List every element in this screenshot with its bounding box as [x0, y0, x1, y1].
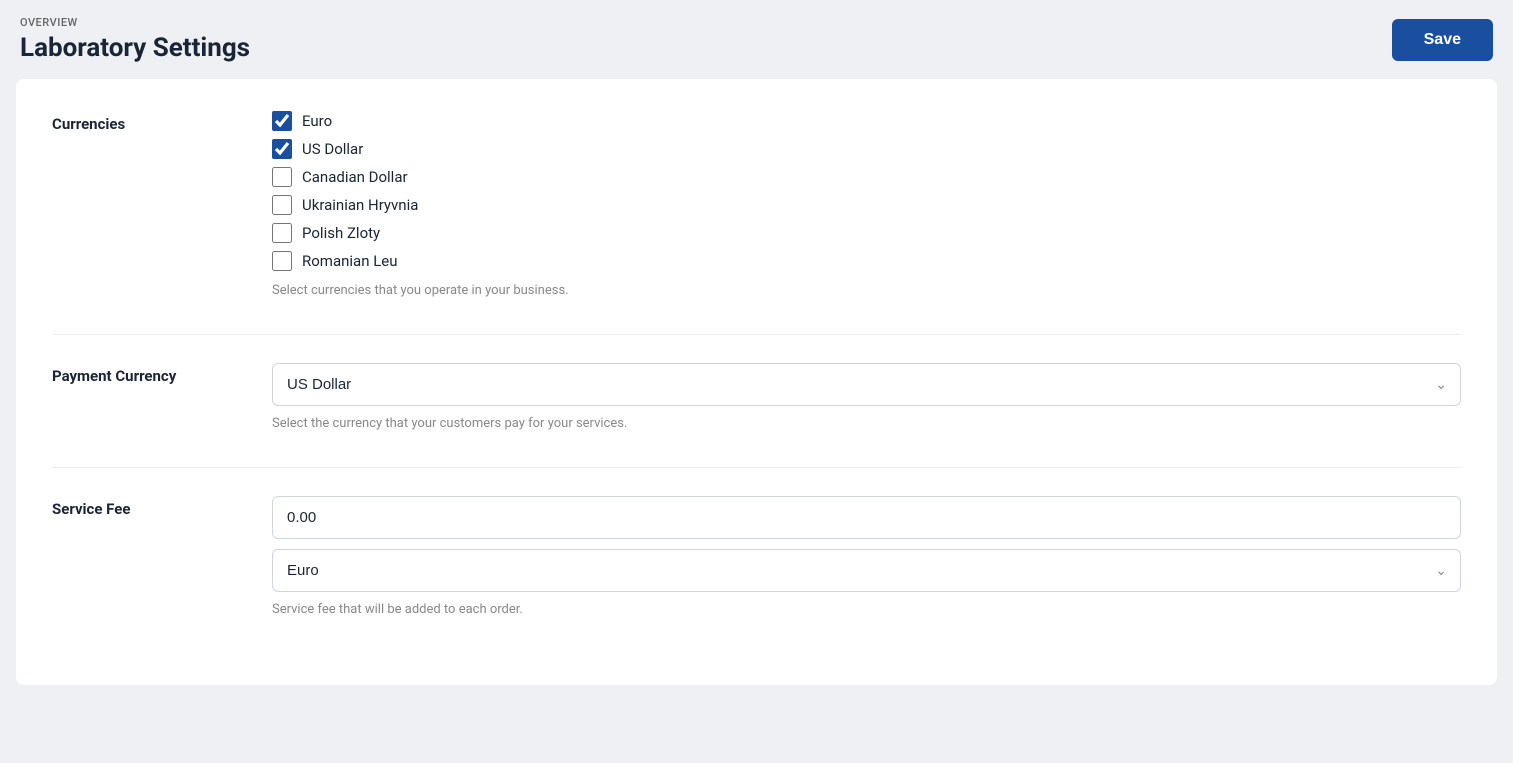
divider-1	[52, 334, 1461, 335]
currency-item-cad[interactable]: Canadian Dollar	[272, 167, 1461, 187]
payment-currency-content: Euro US Dollar Canadian Dollar Ukrainian…	[272, 363, 1461, 431]
currency-checkbox-group: Euro US Dollar Canadian Dollar Ukrainian…	[272, 111, 1461, 271]
currency-label-cad: Canadian Dollar	[302, 168, 408, 186]
service-fee-content: Euro US Dollar Canadian Dollar ⌄ Service…	[272, 496, 1461, 617]
currencies-label: Currencies	[52, 111, 272, 133]
currency-checkbox-pln[interactable]	[272, 223, 292, 243]
payment-currency-section: Payment Currency Euro US Dollar Canadian…	[52, 363, 1461, 431]
currency-checkbox-euro[interactable]	[272, 111, 292, 131]
divider-2	[52, 467, 1461, 468]
page-title: Laboratory Settings	[20, 33, 250, 63]
currencies-section: Currencies Euro US Dollar Canadian Dolla…	[52, 111, 1461, 298]
page-header: OVERVIEW Laboratory Settings Save	[16, 16, 1497, 63]
settings-card: Currencies Euro US Dollar Canadian Dolla…	[16, 79, 1497, 685]
currency-label-usd: US Dollar	[302, 140, 363, 158]
currency-label-uah: Ukrainian Hryvnia	[302, 196, 418, 214]
service-fee-currency-select[interactable]: Euro US Dollar Canadian Dollar	[272, 549, 1461, 592]
currency-label-euro: Euro	[302, 112, 332, 130]
currency-checkbox-ron[interactable]	[272, 251, 292, 271]
currency-item-ron[interactable]: Romanian Leu	[272, 251, 1461, 271]
currency-checkbox-cad[interactable]	[272, 167, 292, 187]
header-left: OVERVIEW Laboratory Settings	[20, 16, 250, 63]
currency-label-ron: Romanian Leu	[302, 252, 398, 270]
currency-item-pln[interactable]: Polish Zloty	[272, 223, 1461, 243]
currencies-hint: Select currencies that you operate in yo…	[272, 283, 1461, 298]
save-button[interactable]: Save	[1392, 19, 1493, 61]
currency-item-usd[interactable]: US Dollar	[272, 139, 1461, 159]
currency-item-euro[interactable]: Euro	[272, 111, 1461, 131]
currency-checkbox-usd[interactable]	[272, 139, 292, 159]
service-fee-section: Service Fee Euro US Dollar Canadian Doll…	[52, 496, 1461, 617]
currencies-content: Euro US Dollar Canadian Dollar Ukrainian…	[272, 111, 1461, 298]
service-fee-hint: Service fee that will be added to each o…	[272, 602, 1461, 617]
payment-currency-select[interactable]: Euro US Dollar Canadian Dollar Ukrainian…	[272, 363, 1461, 406]
currency-item-uah[interactable]: Ukrainian Hryvnia	[272, 195, 1461, 215]
currency-label-pln: Polish Zloty	[302, 224, 380, 242]
payment-currency-label: Payment Currency	[52, 363, 272, 385]
service-fee-input[interactable]	[272, 496, 1461, 539]
currency-checkbox-uah[interactable]	[272, 195, 292, 215]
service-fee-currency-select-wrapper: Euro US Dollar Canadian Dollar ⌄	[272, 549, 1461, 592]
payment-currency-hint: Select the currency that your customers …	[272, 416, 1461, 431]
service-fee-label: Service Fee	[52, 496, 272, 518]
payment-currency-select-wrapper: Euro US Dollar Canadian Dollar Ukrainian…	[272, 363, 1461, 406]
breadcrumb: OVERVIEW	[20, 16, 250, 29]
